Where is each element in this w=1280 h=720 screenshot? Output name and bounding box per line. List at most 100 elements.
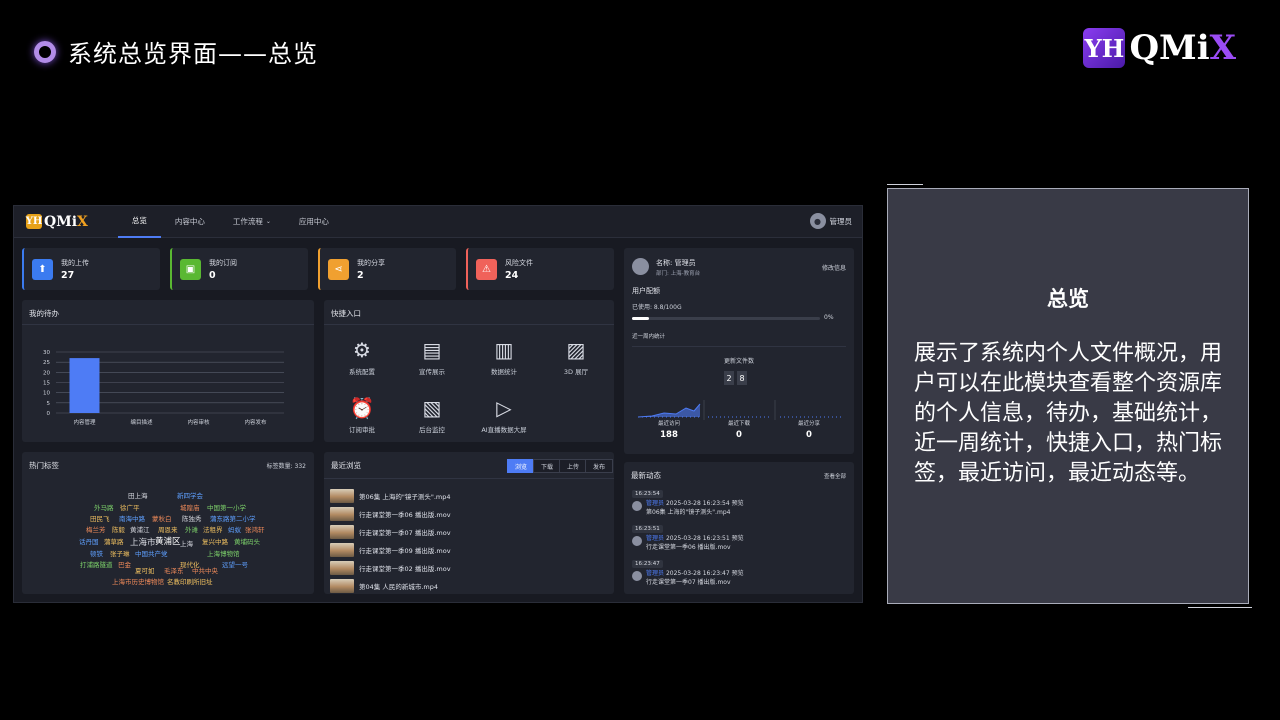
activity-file: 第06集 上海的"镜子测头".mp4: [646, 509, 731, 516]
tag-item[interactable]: 上海: [180, 538, 193, 548]
activity-item[interactable]: 管理员 2025-03-28 16:23:54 预览 第06集 上海的"镜子测头"…: [632, 499, 744, 517]
quick-promo-display[interactable]: ▤ 宣传展示: [402, 338, 462, 376]
tag-item[interactable]: 上海博物馆: [207, 548, 240, 558]
tab-download[interactable]: 下载: [533, 459, 562, 473]
stat-value: 24: [505, 269, 519, 281]
y-tick-label: 25: [43, 360, 50, 366]
tag-item[interactable]: 打浦路隧道: [80, 559, 113, 569]
tag-item[interactable]: 蒲草路: [104, 536, 124, 546]
tag-item[interactable]: 名教印刷所旧址: [167, 576, 213, 586]
tag-item[interactable]: 毛泽东: [164, 565, 184, 575]
activity-line: 2025-03-28 16:23:51 预览: [665, 535, 744, 542]
tag-item[interactable]: 徐广平: [120, 502, 140, 512]
tag-item[interactable]: 中国第一小学: [207, 502, 246, 512]
quick-backend-monitor[interactable]: ▧ 后台监控: [402, 396, 462, 434]
activity-time: 16:23:51: [632, 525, 663, 533]
tag-item[interactable]: 蒙秋白: [152, 513, 172, 523]
tag-item[interactable]: 新四学会: [177, 490, 203, 500]
quick-data-stats[interactable]: ▥ 数据统计: [474, 338, 534, 376]
tag-item[interactable]: 蚂蚁: [228, 524, 241, 534]
image-icon: ▨: [566, 338, 586, 362]
tag-item[interactable]: 黄浦江: [130, 524, 150, 534]
tag-item[interactable]: 上海市历史博物馆: [112, 576, 164, 586]
recent-item-title: 第04集 人民的新城市.mp4: [359, 583, 438, 591]
tag-item[interactable]: 黄浦区: [155, 535, 181, 547]
share-icon: ⋖: [328, 258, 349, 280]
user-avatar-icon: ●: [809, 213, 826, 229]
recent-item[interactable]: 行走课堂第一季09 播出版.mov: [330, 543, 451, 557]
user-menu[interactable]: ● 管理员: [809, 213, 852, 229]
quick-subscription-approval[interactable]: ⏰ 订阅审批: [332, 396, 392, 434]
tab-upload[interactable]: 上传: [559, 459, 588, 473]
brand-logo-mark: YH: [1083, 28, 1126, 68]
activity-file: 行走课堂第一季07 播出版.mov: [646, 579, 731, 586]
todo-bar[interactable]: [69, 358, 100, 413]
app-logo[interactable]: YH QMi X: [26, 214, 88, 230]
recent-item[interactable]: 第06集 上海的"镜子测头".mp4: [330, 489, 450, 503]
nav-content-center[interactable]: 内容中心: [161, 206, 219, 238]
nav-workflow[interactable]: 工作流程 ⌄: [219, 206, 285, 238]
recent-item-title: 第06集 上海的"镜子测头".mp4: [359, 493, 451, 501]
corner-accent: [887, 184, 923, 185]
counter-digit: 8: [737, 371, 747, 385]
quick-3d-hall[interactable]: ▨ 3D 展厅: [546, 338, 606, 376]
tag-item[interactable]: 远望一号: [222, 559, 248, 569]
activity-item[interactable]: 管理员 2025-03-28 16:23:47 预览 行走课堂第一季07 播出版.…: [632, 569, 744, 587]
nav-overview[interactable]: 总览: [117, 206, 161, 238]
tag-item[interactable]: 城隍庙: [180, 502, 200, 512]
view-all-link[interactable]: 查看全部: [824, 472, 846, 480]
tag-item[interactable]: 田民飞: [90, 513, 110, 523]
tag-item[interactable]: 南海中路: [119, 513, 145, 523]
recent-item[interactable]: 行走课堂第一季07 播出版.mov: [330, 525, 451, 539]
quick-label: 订阅审批: [349, 426, 375, 434]
description-body: 展示了系统内个人文件概况，用户可以在此模块查看整个资源库的个人信息，待办，基础统…: [914, 341, 1223, 486]
app-screenshot: YH QMi X 总览 内容中心 工作流程 ⌄ 应用中心 ● 管理员 ⬆ 我的上传 2…: [13, 205, 863, 603]
quota-used: 已使用: 8.8/100G: [632, 304, 682, 311]
upload-icon: ⬆: [32, 258, 53, 280]
quick-system-config[interactable]: ⚙ 系统配置: [332, 338, 392, 376]
tag-item[interactable]: 巴金: [118, 559, 131, 569]
stat-card-subscriptions[interactable]: ▣ 我的订阅 0: [170, 248, 308, 290]
tag-item[interactable]: 法租界: [203, 524, 223, 534]
tag-item[interactable]: 陈毅: [112, 524, 125, 534]
update-files-counter: 2 8: [724, 371, 747, 385]
metric-label: 最近分享: [797, 421, 820, 427]
tab-publish[interactable]: 发布: [585, 459, 614, 473]
tag-item[interactable]: 夏可如: [135, 565, 155, 575]
tag-item[interactable]: 张子琳: [110, 548, 130, 558]
stat-card-shares[interactable]: ⋖ 我的分享 2: [318, 248, 456, 290]
recent-item[interactable]: 第04集 人民的新城市.mp4: [330, 579, 438, 593]
activity-item[interactable]: 管理员 2025-03-28 16:23:51 预览 行走课堂第一季06 播出版.…: [632, 534, 744, 552]
tag-item[interactable]: 顿铁: [90, 548, 103, 558]
profile-name: 名称: 管理员: [656, 259, 696, 267]
tag-item[interactable]: 陈独秀: [182, 513, 202, 523]
ring-bullet-icon: [34, 40, 56, 63]
tag-item[interactable]: 外滩: [185, 524, 198, 534]
recent-item[interactable]: 行走课堂第一季06 播出版.mov: [330, 507, 451, 521]
divider: [632, 346, 846, 347]
tag-item[interactable]: 梅兰芳: [86, 524, 106, 534]
stat-card-risk-files[interactable]: ⚠ 风险文件 24: [466, 248, 614, 290]
tag-item[interactable]: 话丹国: [79, 536, 99, 546]
tag-item[interactable]: 中国共产党: [135, 548, 168, 558]
nav-app-center[interactable]: 应用中心: [285, 206, 343, 238]
tab-browse[interactable]: 浏览: [507, 459, 536, 473]
tag-item[interactable]: 上海市: [130, 536, 156, 548]
quick-label: 系统配置: [349, 368, 375, 376]
video-thumbnail: [330, 543, 354, 557]
tag-item[interactable]: 周恩来: [158, 524, 178, 534]
recent-item[interactable]: 行走课堂第一季02 播出版.mov: [330, 561, 451, 575]
activity-user: 管理员: [646, 570, 665, 577]
tag-item[interactable]: 黄埔码头: [234, 536, 260, 546]
stat-card-uploads[interactable]: ⬆ 我的上传 27: [22, 248, 160, 290]
stat-value: 27: [61, 269, 75, 281]
tag-item[interactable]: 蒲东路第二小学: [210, 513, 256, 523]
edit-profile-link[interactable]: 修改信息: [822, 263, 846, 272]
tag-item[interactable]: 张鸿轩: [245, 524, 265, 534]
hot-tags-card: 热门标签 标签数量: 332 田上海 新四学会 外马路 徐广平 城隍庙 中国第一小学 田民飞…: [22, 452, 314, 594]
tag-item[interactable]: 中共中央: [192, 565, 218, 575]
quick-ai-live-screen[interactable]: ▷ AI直播数据大屏: [474, 396, 534, 434]
tag-item[interactable]: 复兴中路: [202, 536, 228, 546]
tag-item[interactable]: 外马路: [94, 502, 114, 512]
tag-item[interactable]: 田上海: [128, 490, 148, 500]
